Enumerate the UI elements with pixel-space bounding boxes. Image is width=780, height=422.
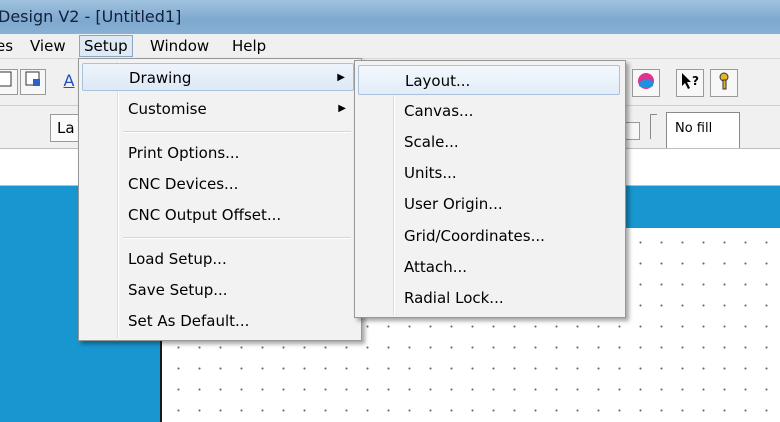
- toolbar-scroll-button[interactable]: [626, 122, 640, 140]
- submenu-arrow-icon: ▶: [338, 103, 346, 114]
- submenu-arrow-icon: ▶: [337, 72, 345, 83]
- submenu-item-units[interactable]: Units...: [358, 158, 620, 188]
- key-icon[interactable]: [710, 69, 738, 97]
- submenu-item-grid-coordinates[interactable]: Grid/Coordinates...: [358, 221, 620, 251]
- drawing-submenu: Layout... Canvas... Scale... Units... Us…: [354, 60, 626, 318]
- menu-separator: [123, 131, 351, 133]
- window-title: Design V2 - [Untitled1]: [0, 7, 182, 26]
- menu-item-customise[interactable]: Customise ▶: [82, 95, 354, 123]
- help-pointer-icon[interactable]: ?: [676, 69, 704, 97]
- menu-window[interactable]: Window: [150, 36, 209, 56]
- submenu-item-attach[interactable]: Attach...: [358, 252, 620, 282]
- menu-item-print-options[interactable]: Print Options...: [82, 139, 354, 167]
- file-icon[interactable]: [0, 69, 18, 95]
- menu-item-save-setup[interactable]: Save Setup...: [82, 276, 354, 304]
- svg-text:?: ?: [692, 74, 699, 88]
- menu-item-drawing[interactable]: Drawing ▶: [82, 63, 354, 91]
- menu-separator: [123, 237, 351, 239]
- submenu-item-scale[interactable]: Scale...: [358, 127, 620, 157]
- title-bar: Design V2 - [Untitled1]: [0, 0, 780, 34]
- menu-item-load-setup[interactable]: Load Setup...: [82, 245, 354, 273]
- setup-menu: Drawing ▶ Customise ▶ Print Options... C…: [78, 58, 362, 341]
- menu-item-cnc-output-offset[interactable]: CNC Output Offset...: [82, 201, 354, 229]
- toolbar-divider: [650, 114, 657, 139]
- image-icon[interactable]: [20, 69, 46, 95]
- menu-view[interactable]: View: [30, 36, 66, 56]
- submenu-item-canvas[interactable]: Canvas...: [358, 96, 620, 126]
- menu-item-set-as-default[interactable]: Set As Default...: [82, 307, 354, 335]
- submenu-item-radial-lock[interactable]: Radial Lock...: [358, 283, 620, 313]
- menu-item-cnc-devices[interactable]: CNC Devices...: [82, 170, 354, 198]
- menu-setup[interactable]: Setup: [79, 35, 133, 57]
- submenu-item-layout[interactable]: Layout...: [358, 65, 620, 95]
- menu-file[interactable]: es: [0, 36, 13, 56]
- menu-bar: es View Setup Window Help: [0, 34, 780, 59]
- menu-help[interactable]: Help: [232, 36, 266, 56]
- submenu-item-user-origin[interactable]: User Origin...: [358, 189, 620, 219]
- color-globe-icon[interactable]: [632, 69, 660, 97]
- coordinate-field[interactable]: [0, 149, 84, 183]
